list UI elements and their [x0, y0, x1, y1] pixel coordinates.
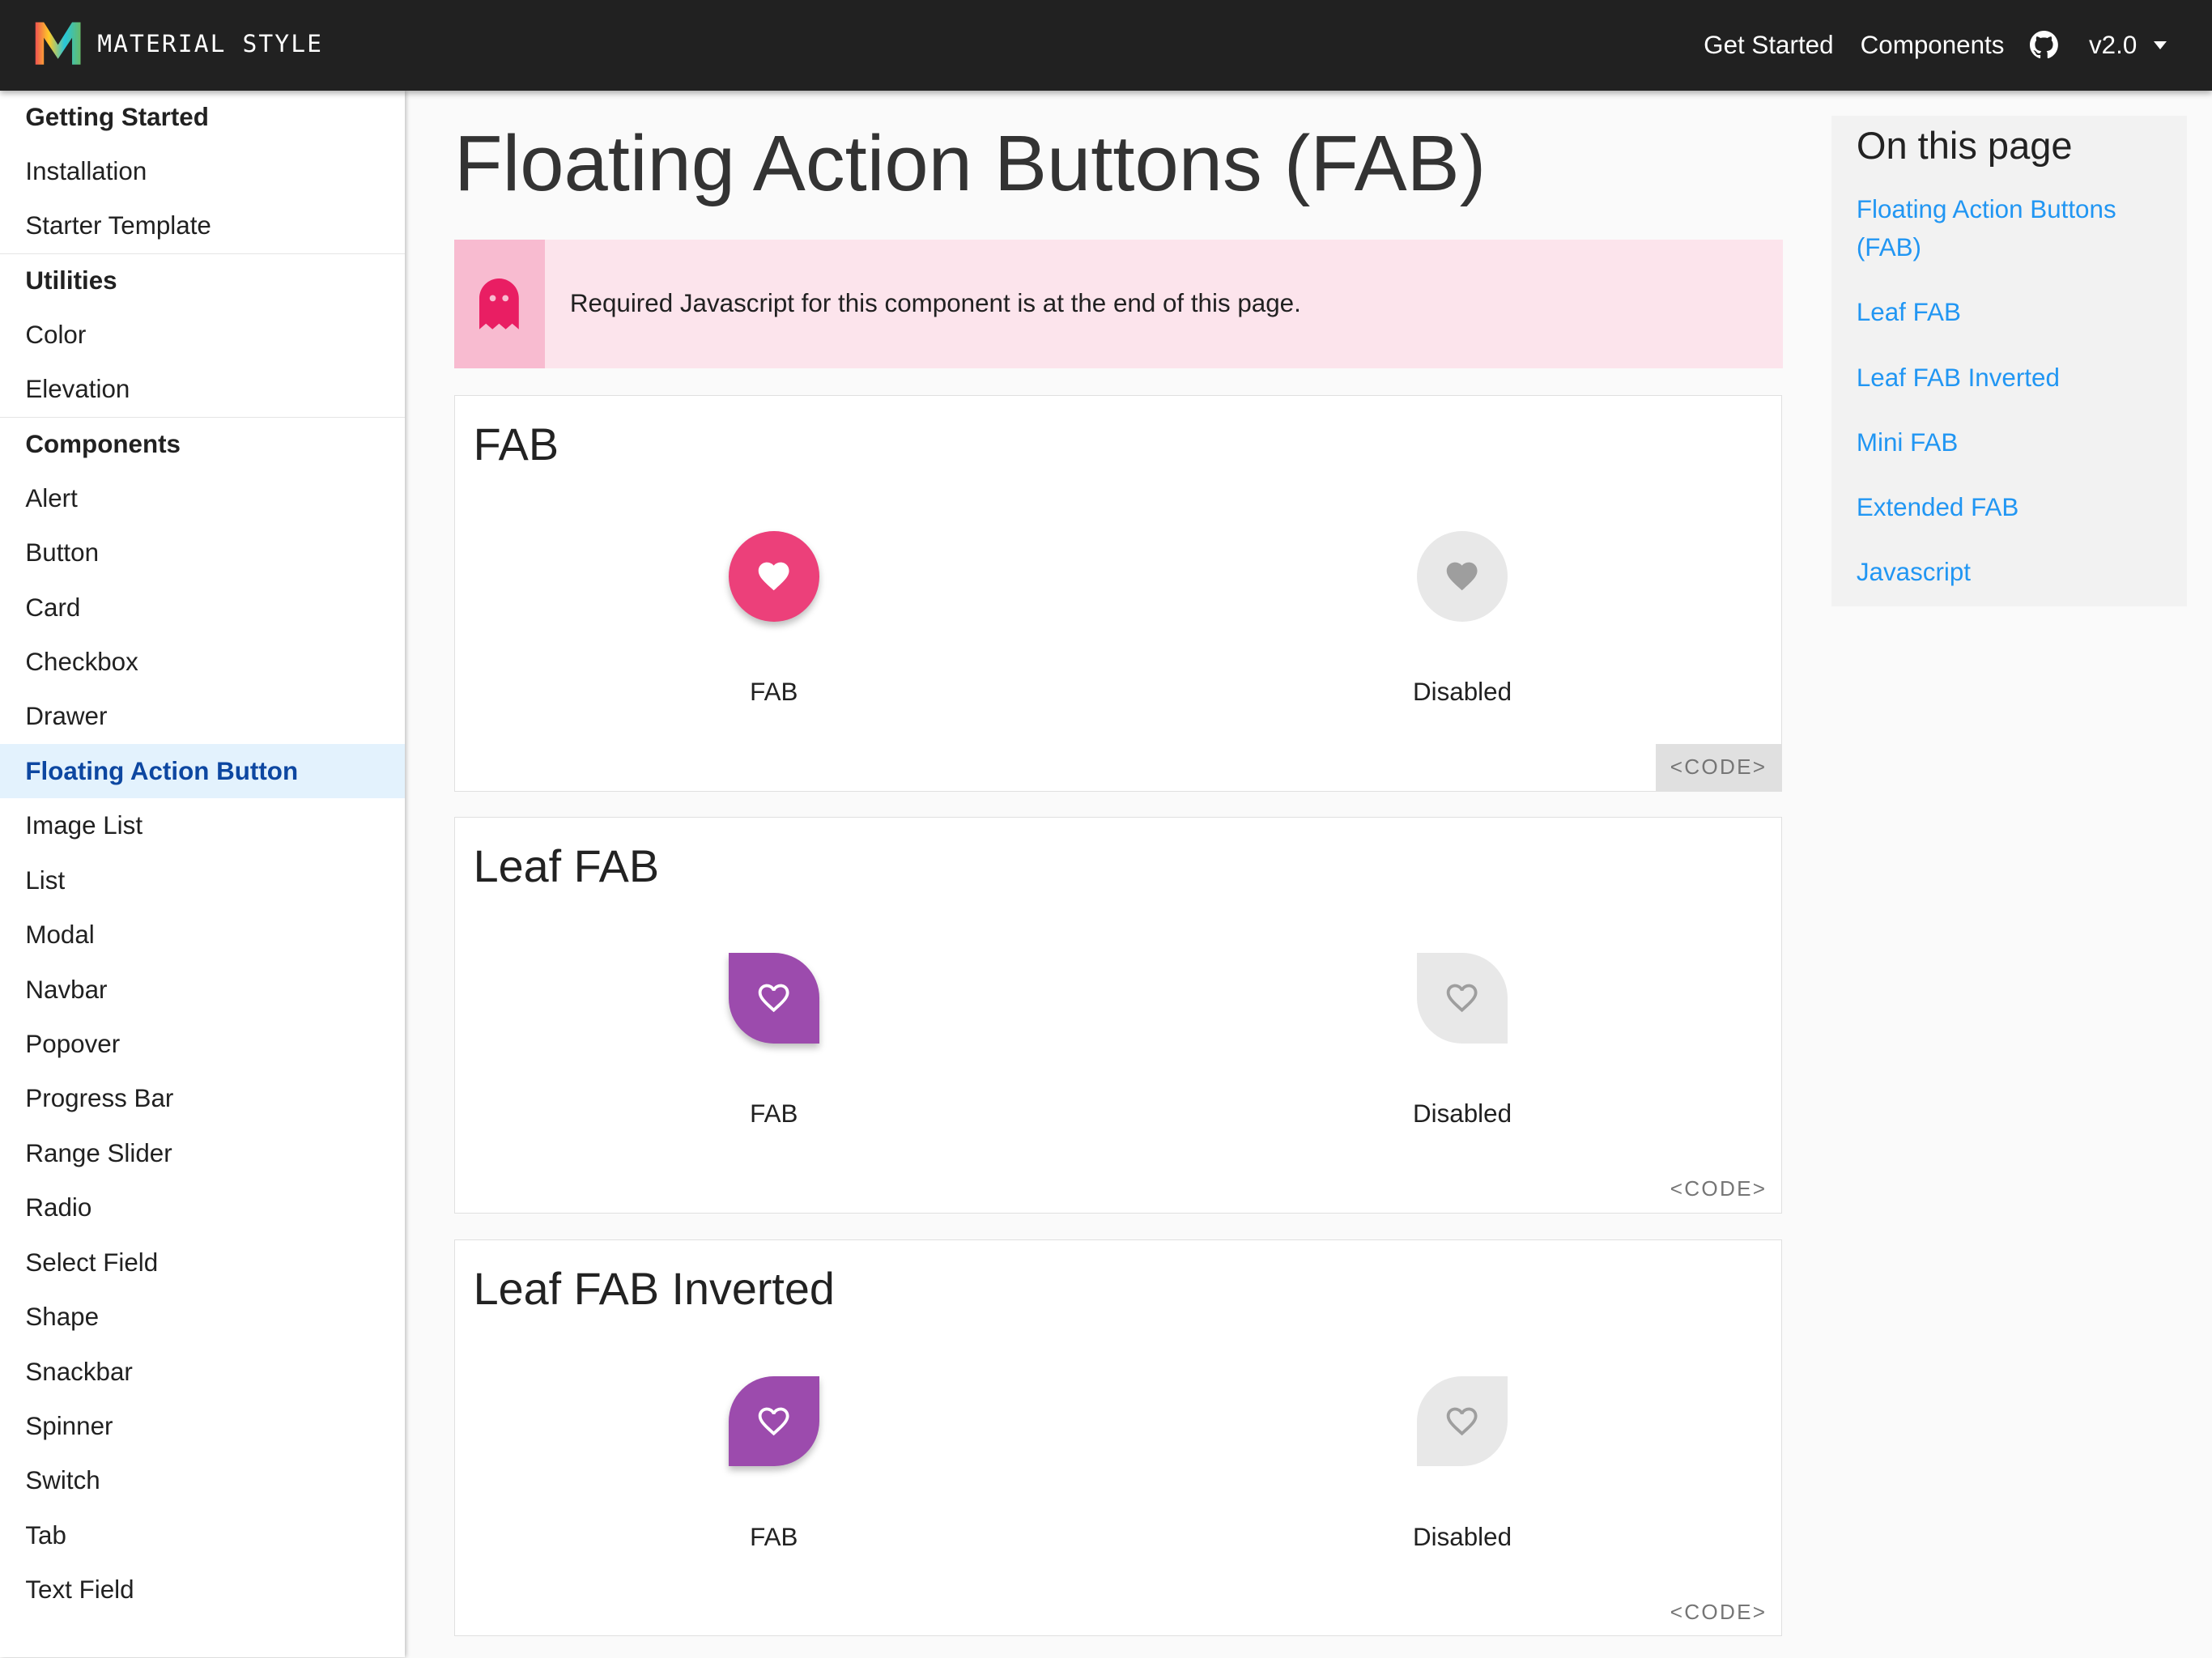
sidebar-item-elevation[interactable]: Elevation	[0, 362, 405, 416]
sidebar-item-range-slider[interactable]: Range Slider	[0, 1126, 405, 1180]
leaf-fab-button[interactable]	[729, 953, 819, 1044]
heart-outline-icon	[758, 1407, 789, 1436]
sidebar-item-tab[interactable]: Tab	[0, 1508, 405, 1562]
sidebar-item-text-field[interactable]: Text Field	[0, 1562, 405, 1617]
fab-demo-disabled: Disabled	[1350, 1375, 1576, 1552]
leaf-fab-button-disabled	[1417, 953, 1508, 1044]
sidebar-item-radio[interactable]: Radio	[0, 1180, 405, 1235]
ghost-icon	[454, 240, 545, 368]
sidebar-item-button[interactable]: Button	[0, 525, 405, 580]
alert-banner: Required Javascript for this component i…	[454, 240, 1784, 368]
sidebar-item-color[interactable]: Color	[0, 308, 405, 362]
heart-outline-icon	[1447, 1407, 1478, 1436]
fab-card: FAB FAB Disabled <CODE>	[454, 394, 1782, 792]
sidebar-item-shape[interactable]: Shape	[0, 1290, 405, 1344]
toc-link-extended-fab[interactable]: Extended FAB	[1857, 488, 2167, 526]
sidebar-item-switch[interactable]: Switch	[0, 1453, 405, 1507]
table-of-contents: On this page Floating Action Buttons (FA…	[1831, 115, 2187, 607]
demo-label: Disabled	[1412, 1099, 1512, 1129]
top-nav: Get Started Components v2.0	[1677, 0, 2167, 91]
sidebar-section-components: Components Alert Button Card Checkbox Dr…	[0, 418, 406, 1618]
fab-demo-disabled: Disabled	[1350, 531, 1576, 707]
demo-label: FAB	[750, 678, 798, 707]
leaf-fab-inverted-button[interactable]	[729, 1375, 819, 1467]
code-toggle-button[interactable]: <CODE>	[1656, 744, 1781, 791]
fab-button[interactable]	[729, 531, 819, 622]
sidebar-item-spinner[interactable]: Spinner	[0, 1399, 405, 1453]
sidebar-item-alert[interactable]: Alert	[0, 471, 405, 525]
toc-link-mini-fab[interactable]: Mini FAB	[1857, 423, 2167, 461]
sidebar-item-popover[interactable]: Popover	[0, 1017, 405, 1071]
leaf-fab-inverted-button-disabled	[1417, 1375, 1508, 1467]
sidebar-item-starter-template[interactable]: Starter Template	[0, 198, 405, 253]
fab-demo: FAB	[661, 953, 887, 1129]
fab-demo: FAB	[661, 1375, 887, 1552]
demo-label: FAB	[750, 1522, 798, 1551]
sidebar-item-list[interactable]: List	[0, 853, 405, 908]
code-toggle-button[interactable]: <CODE>	[1656, 1589, 1780, 1635]
fab-demo-disabled: Disabled	[1350, 953, 1576, 1129]
card-title: Leaf FAB	[473, 840, 659, 891]
heart-filled-icon	[758, 562, 789, 591]
toc-link-fab[interactable]: Floating Action Buttons (FAB)	[1857, 190, 2167, 266]
fab-button-disabled	[1417, 531, 1508, 622]
sidebar-section-title: Components	[25, 429, 181, 458]
sidebar-item-select-field[interactable]: Select Field	[0, 1235, 405, 1290]
sidebar-section-title: Getting Started	[25, 102, 209, 131]
fab-demo: FAB	[661, 531, 887, 707]
toc-link-leaf-fab[interactable]: Leaf FAB	[1857, 293, 2167, 331]
alert-message: Required Javascript for this component i…	[569, 289, 1301, 318]
heart-outline-icon	[758, 984, 789, 1013]
brand[interactable]: MATERIAL STYLE	[34, 19, 323, 67]
top-app-bar: MATERIAL STYLE Get Started Components v2…	[0, 0, 2212, 91]
toc-title: On this page	[1856, 123, 2073, 167]
leaf-fab-inverted-card: Leaf FAB Inverted FAB Disabled <CODE>	[454, 1239, 1782, 1637]
github-icon[interactable]	[2029, 31, 2058, 59]
leaf-fab-card: Leaf FAB FAB Disabled <CODE>	[454, 816, 1782, 1214]
nav-get-started[interactable]: Get Started	[1704, 31, 1833, 60]
toc-links: Floating Action Buttons (FAB) Leaf FAB L…	[1857, 190, 2167, 618]
demo-label: FAB	[750, 1099, 798, 1129]
code-toggle-button[interactable]: <CODE>	[1656, 1166, 1780, 1212]
sidebar-item-drawer[interactable]: Drawer	[0, 689, 405, 743]
sidebar-section-title: Utilities	[25, 266, 117, 295]
sidebar-item-navbar[interactable]: Navbar	[0, 963, 405, 1017]
sidebar-item-installation[interactable]: Installation	[0, 144, 405, 198]
demo-label: Disabled	[1412, 678, 1512, 707]
material-m-logo	[35, 22, 81, 66]
card-title: Leaf FAB Inverted	[473, 1264, 835, 1315]
toc-link-javascript[interactable]: Javascript	[1857, 553, 2167, 591]
sidebar-item-snackbar[interactable]: Snackbar	[0, 1345, 405, 1399]
toc-link-leaf-fab-inverted[interactable]: Leaf FAB Inverted	[1857, 359, 2167, 397]
heart-filled-icon	[1447, 562, 1478, 591]
sidebar-section-getting-started: Getting Started Installation Starter Tem…	[0, 91, 406, 254]
sidebar-item-card[interactable]: Card	[0, 580, 405, 635]
demo-label: Disabled	[1412, 1522, 1512, 1551]
caret-down-icon	[2154, 40, 2167, 49]
sidebar-item-image-list[interactable]: Image List	[0, 798, 405, 852]
brand-name: MATERIAL STYLE	[97, 30, 324, 57]
sidebar-item-modal[interactable]: Modal	[0, 908, 405, 962]
sidebar-item-progress-bar[interactable]: Progress Bar	[0, 1071, 405, 1125]
nav-components[interactable]: Components	[1861, 31, 2005, 60]
heart-outline-icon	[1447, 984, 1478, 1013]
card-title: FAB	[473, 419, 559, 470]
sidebar: Getting Started Installation Starter Tem…	[0, 90, 406, 1658]
version-label: v2.0	[2088, 30, 2138, 59]
sidebar-item-checkbox[interactable]: Checkbox	[0, 635, 405, 689]
sidebar-section-utilities: Utilities Color Elevation	[0, 254, 406, 418]
version-dropdown[interactable]: v2.0	[2089, 31, 2167, 60]
page-title: Floating Action Buttons (FAB)	[454, 119, 1487, 208]
sidebar-item-floating-action-button[interactable]: Floating Action Button	[0, 743, 406, 799]
